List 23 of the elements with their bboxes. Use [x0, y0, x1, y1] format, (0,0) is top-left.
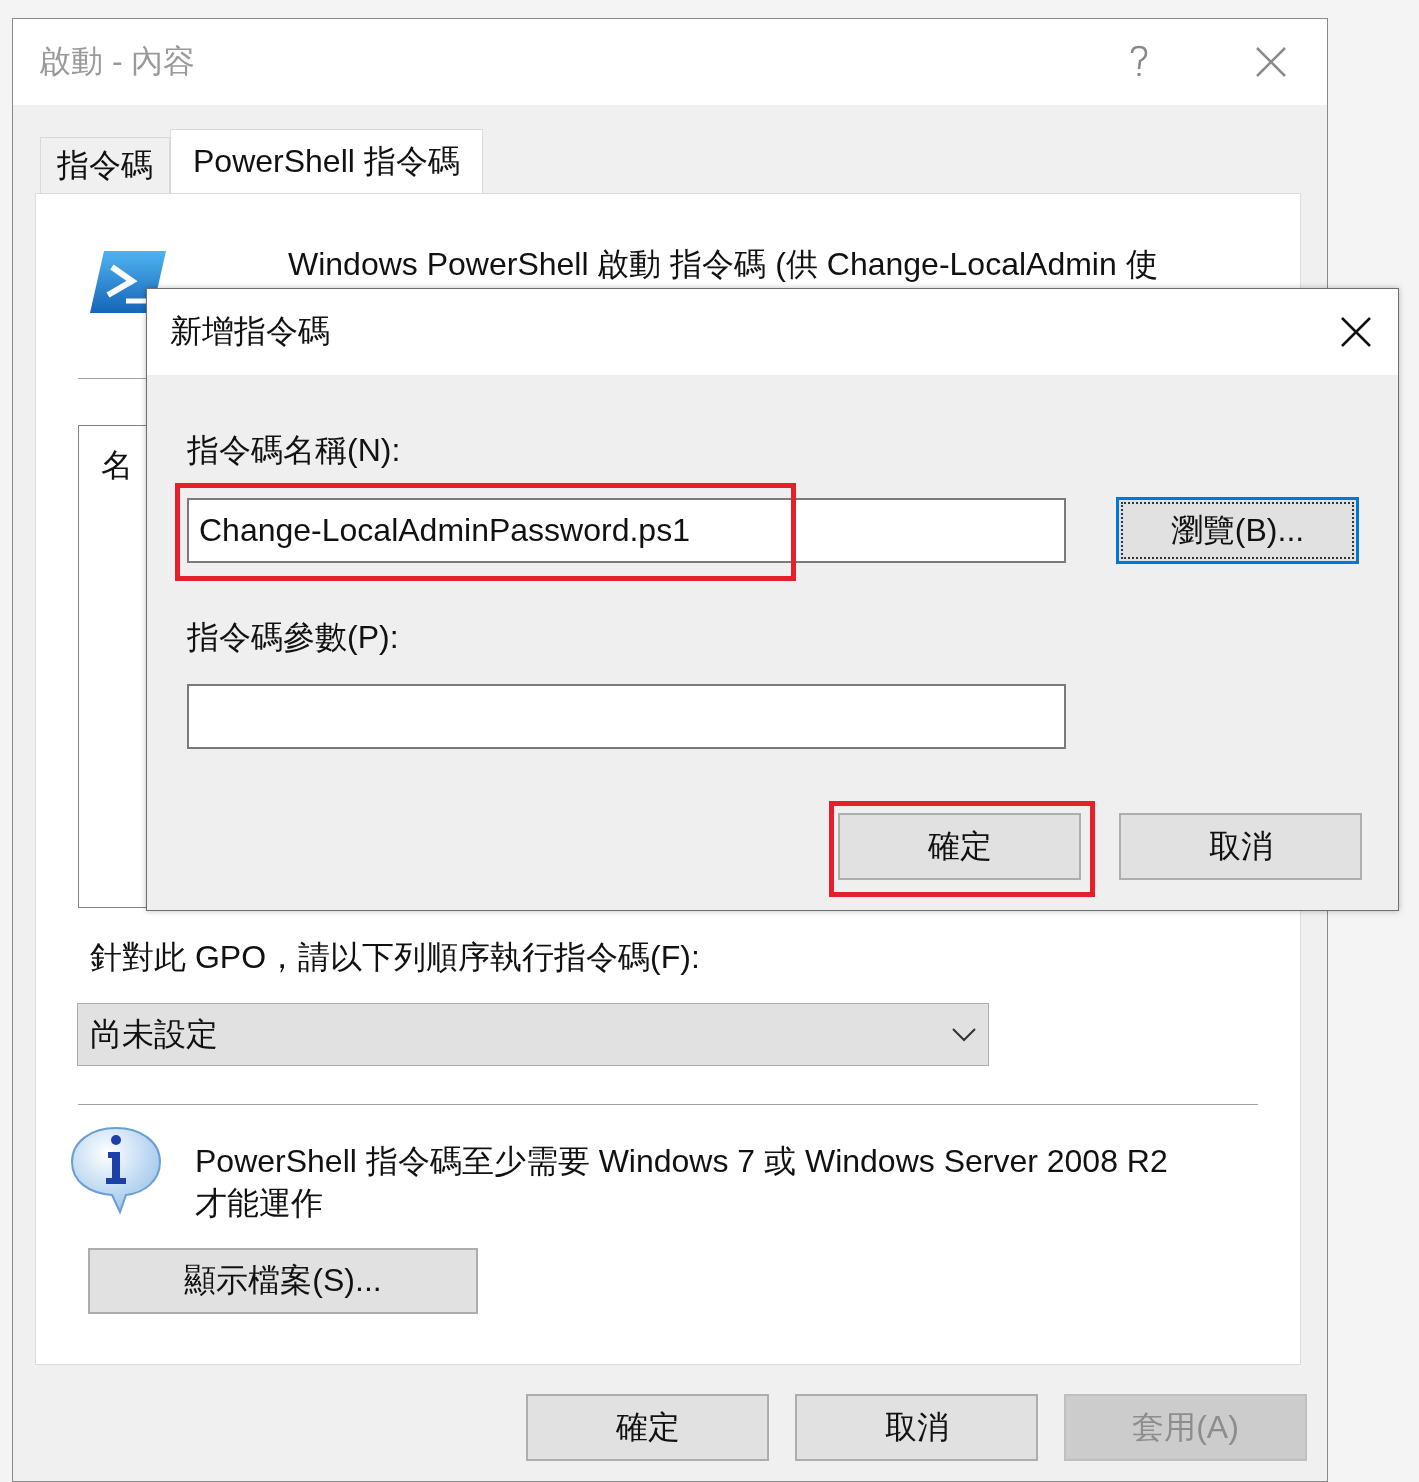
- window-title: 啟動 - 內容: [39, 42, 197, 81]
- dialog-button[interactable]: 取消: [1119, 813, 1362, 880]
- dialog-title: 新增指令碼: [170, 312, 331, 351]
- text-field[interactable]: Change-LocalAdminPassword.ps1: [187, 498, 1066, 563]
- browse-button[interactable]: 瀏覽(B)...: [1116, 497, 1359, 564]
- section-heading: Windows PowerShell 啟動 指令碼 (供 Change-LocalAdmin 使: [288, 247, 1158, 281]
- column-header: 名: [101, 447, 133, 483]
- field-label: 指令碼名稱(N):: [187, 431, 402, 469]
- tab[interactable]: PowerShell 指令碼: [170, 129, 483, 193]
- field-label: 指令碼參數(P):: [187, 618, 400, 656]
- chevron-down-icon: [952, 1027, 976, 1042]
- order-label: 針對此 GPO，請以下列順序執行指令碼(F):: [90, 938, 701, 976]
- info-icon: [70, 1126, 162, 1214]
- dialog-button[interactable]: 確定: [838, 813, 1081, 880]
- help-icon[interactable]: [1129, 45, 1149, 79]
- close-icon[interactable]: [1340, 316, 1372, 348]
- text-field[interactable]: [187, 684, 1066, 749]
- dialog-button[interactable]: 取消: [795, 1394, 1038, 1461]
- info-message: PowerShell 指令碼至少需要 Windows 7 或 Windows Server 2008 R2 才能運作: [195, 1142, 1169, 1223]
- show-files-button[interactable]: 顯示檔案(S)...: [88, 1248, 478, 1314]
- dialog-button[interactable]: 確定: [526, 1394, 769, 1461]
- order-dropdown[interactable]: 尚未設定: [77, 1003, 989, 1066]
- tab[interactable]: 指令碼: [40, 137, 170, 193]
